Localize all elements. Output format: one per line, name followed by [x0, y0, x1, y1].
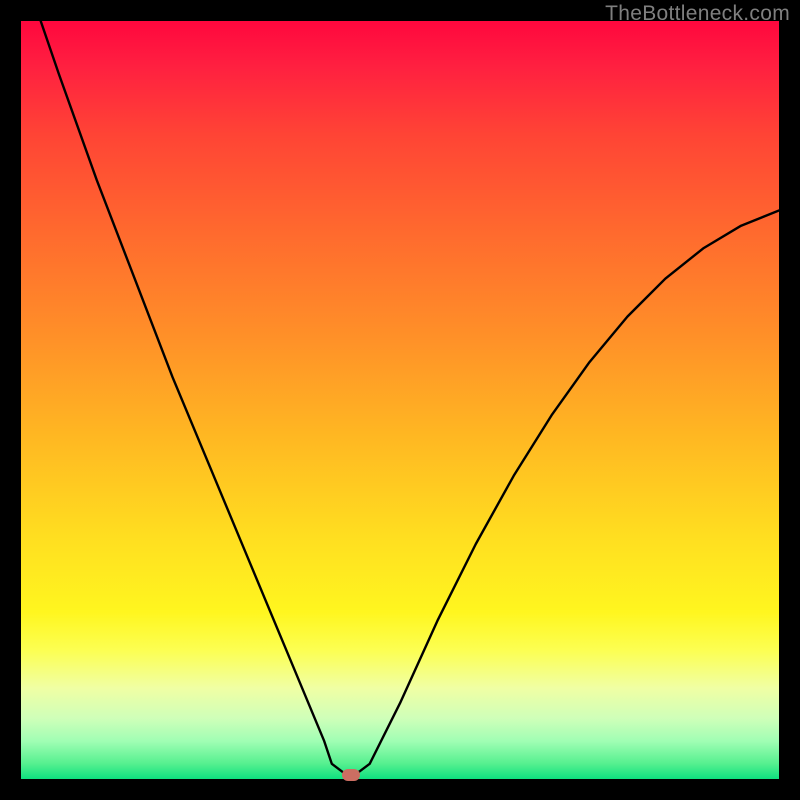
plot-area: [21, 21, 779, 779]
watermark-text: TheBottleneck.com: [605, 2, 790, 26]
bottleneck-curve: [21, 21, 779, 779]
chart-frame: TheBottleneck.com: [0, 0, 800, 800]
optimum-marker: [342, 769, 360, 781]
